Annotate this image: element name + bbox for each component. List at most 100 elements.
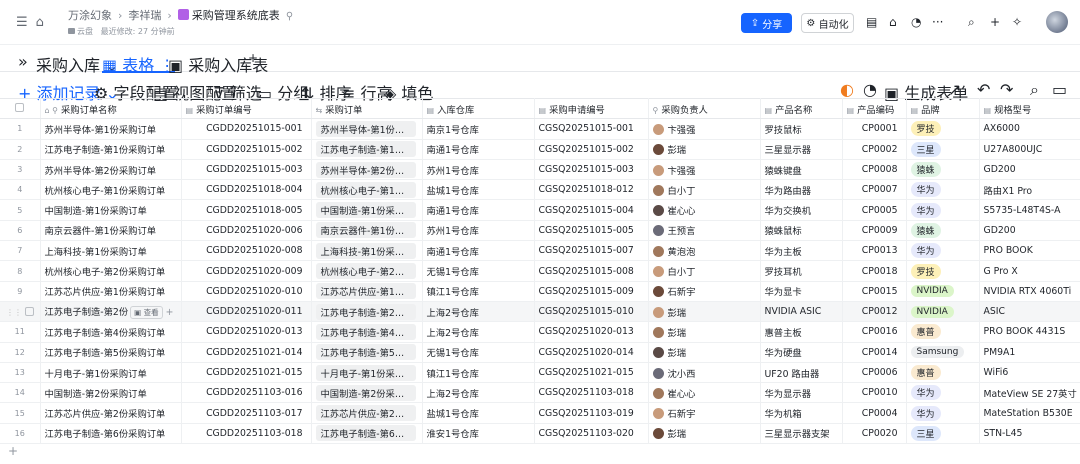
ai-icon[interactable]: ◐	[840, 80, 854, 99]
cell-request-code[interactable]: CGSQ20251103-018	[534, 382, 649, 404]
cell-product-code[interactable]: CP0012	[842, 301, 907, 323]
linked-record-chip[interactable]: 江苏电子制造-第4份...	[315, 323, 416, 340]
column-header[interactable]: ⇆ 采购订单	[311, 97, 423, 120]
cell-order-link[interactable]: 苏州半导体-第1份采...	[311, 118, 423, 140]
cell-warehouse[interactable]: 南通1号仓库	[422, 139, 535, 160]
cell-product-name[interactable]: 华为硬盘	[760, 342, 843, 363]
cell-warehouse[interactable]: 南通1号仓库	[422, 240, 535, 262]
cell-brand[interactable]: 华为	[906, 179, 980, 201]
add-row-button[interactable]: +	[8, 444, 18, 458]
cell-product-name[interactable]: 猿蛛鼠标	[760, 220, 843, 242]
cell-order-code[interactable]: CGDD20251015-003	[181, 159, 312, 181]
cell-order-link[interactable]: 上海科技-第1份采购...	[311, 240, 423, 262]
cell-warehouse[interactable]: 无锡1号仓库	[422, 260, 535, 282]
cell-warehouse[interactable]: 上海2号仓库	[422, 321, 535, 343]
cell-order-name[interactable]: 中国制造-第1份采购订单	[40, 199, 182, 221]
cell-product-name[interactable]: 华为显示器	[760, 382, 843, 404]
cell-order-code[interactable]: CGDD20251018-004	[181, 179, 312, 201]
add-icon[interactable]: +	[166, 307, 174, 318]
cell-order-code[interactable]: CGDD20251020-008	[181, 240, 312, 262]
cell-owner[interactable]: 黄泡泡	[648, 240, 761, 262]
cell-order-name[interactable]: 杭州核心电子-第2份采购订单	[40, 260, 182, 282]
cell-warehouse[interactable]: 上海2号仓库	[422, 382, 535, 404]
cell-spec[interactable]: WiFi6	[979, 362, 1080, 384]
cell-order-name[interactable]: 江苏电子制造-第6份采购订单	[40, 423, 182, 445]
cell-spec[interactable]: MateView SE 27英寸	[979, 382, 1080, 404]
cell-request-code[interactable]: CGSQ20251103-020	[534, 423, 649, 445]
cell-order-code[interactable]: CGDD20251021-015	[181, 362, 312, 384]
share-button[interactable]: ⇪ 分享	[741, 13, 792, 33]
cell-order-name[interactable]: 江苏芯片供应-第1份采购订单	[40, 281, 182, 302]
cell-product-code[interactable]: CP0013	[842, 240, 907, 262]
cell-order-link[interactable]: 江苏电子制造-第4份...	[311, 321, 423, 343]
cell-request-code[interactable]: CGSQ20251015-004	[534, 199, 649, 221]
cell-spec[interactable]: NVIDIA RTX 4060Ti	[979, 281, 1080, 302]
cell-spec[interactable]: ASIC	[979, 301, 1080, 323]
cell-owner[interactable]: 卞强强	[648, 159, 761, 181]
table-row[interactable]: 5 中国制造-第1份采购订单 CGDD20251018-005 中国制造-第1份采购.…	[0, 199, 1080, 221]
column-header[interactable]: ▤ 品牌	[906, 97, 980, 120]
cell-spec[interactable]: AX6000	[979, 118, 1080, 140]
linked-record-chip[interactable]: 杭州核心电子-第2份...	[315, 263, 416, 280]
cell-product-code[interactable]: CP0004	[842, 402, 907, 424]
undo-icon[interactable]: ↶	[977, 80, 990, 99]
linked-record-chip[interactable]: 中国制造-第2份采购...	[315, 384, 416, 401]
table-row[interactable]: 8 杭州核心电子-第2份采购订单 CGDD20251020-009 杭州核心电子-第2…	[0, 260, 1080, 282]
cell-order-code[interactable]: CGDD20251015-002	[181, 139, 312, 160]
cell-product-name[interactable]: 华为交换机	[760, 199, 843, 221]
cell-brand[interactable]: NVIDIA	[906, 301, 980, 323]
cell-order-name[interactable]: 苏州半导体-第1份采购订单	[40, 118, 182, 140]
cell-brand[interactable]: 三星	[906, 423, 980, 445]
cell-order-link[interactable]: 江苏芯片供应-第2份...	[311, 402, 423, 424]
linked-record-chip[interactable]: 江苏芯片供应-第2份...	[315, 405, 416, 422]
cell-request-code[interactable]: CGSQ20251015-009	[534, 281, 649, 302]
cell-product-code[interactable]: CP0006	[842, 362, 907, 384]
open-record-button[interactable]: ▣ 查看	[130, 306, 163, 320]
table-row[interactable]: 2 江苏电子制造-第1份采购订单 CGDD20251015-002 江苏电子制造-第1…	[0, 139, 1080, 160]
table-row[interactable]: 12 江苏电子制造-第5份采购订单 CGDD20251021-014 江苏电子制造-第…	[0, 342, 1080, 363]
cell-brand[interactable]: Samsung	[906, 342, 980, 363]
cell-product-code[interactable]: CP0015	[842, 281, 907, 302]
plugin-icon[interactable]: ⌂	[889, 15, 897, 29]
cell-order-code[interactable]: CGDD20251020-009	[181, 260, 312, 282]
linked-record-chip[interactable]: 苏州半导体-第1份采...	[315, 120, 416, 137]
table-row[interactable]: 11 江苏电子制造-第4份采购订单 CGDD20251020-013 江苏电子制造-第…	[0, 321, 1080, 343]
table-row[interactable]: 1 苏州半导体-第1份采购订单 CGDD20251015-001 苏州半导体-第1份采…	[0, 118, 1080, 140]
select-all-checkbox[interactable]	[0, 97, 41, 120]
add-icon[interactable]: +	[990, 15, 1000, 29]
cell-product-name[interactable]: 华为路由器	[760, 179, 843, 201]
cell-order-link[interactable]: 南京云器件-第1份采...	[311, 220, 423, 242]
cell-warehouse[interactable]: 盐城1号仓库	[422, 402, 535, 424]
cell-brand[interactable]: 华为	[906, 240, 980, 262]
cell-order-link[interactable]: 杭州核心电子-第1份...	[311, 179, 423, 201]
cell-product-name[interactable]: 猿蛛键盘	[760, 159, 843, 181]
cell-warehouse[interactable]: 上海2号仓库	[422, 301, 535, 323]
cell-order-name[interactable]: 杭州核心电子-第1份采购订单	[40, 179, 182, 201]
cell-order-link[interactable]: 江苏电子制造-第2份...	[311, 301, 423, 323]
expand-tables-icon[interactable]: »	[18, 52, 28, 71]
cell-order-code[interactable]: CGDD20251020-013	[181, 321, 312, 343]
collapse-sidebar-icon[interactable]: ☰	[16, 15, 28, 30]
cell-spec[interactable]: PRO BOOK	[979, 240, 1080, 262]
cell-warehouse[interactable]: 镇江1号仓库	[422, 362, 535, 384]
table-row[interactable]: 3 苏州半导体-第2份采购订单 CGDD20251015-003 苏州半导体-第2份采…	[0, 159, 1080, 181]
linked-record-chip[interactable]: 中国制造-第1份采购...	[315, 202, 416, 219]
table-row[interactable]: 13 十月电子-第1份采购订单 CGDD20251021-015 十月电子-第1份采购…	[0, 362, 1080, 384]
cell-order-name[interactable]: 江苏电子制造-第1份采购订单	[40, 139, 182, 160]
share-view-icon[interactable]: ↗	[948, 80, 961, 99]
cell-order-name[interactable]: 江苏芯片供应-第2份采购订单	[40, 402, 182, 424]
cell-spec[interactable]: G Pro X	[979, 260, 1080, 282]
cell-owner[interactable]: 彭瑞	[648, 342, 761, 363]
cell-product-code[interactable]: CP0005	[842, 199, 907, 221]
cell-warehouse[interactable]: 南京1号仓库	[422, 118, 535, 140]
cell-owner[interactable]: 彭瑞	[648, 139, 761, 160]
cell-product-code[interactable]: CP0016	[842, 321, 907, 343]
comment-icon[interactable]: ▭	[1052, 80, 1067, 99]
cell-order-code[interactable]: CGDD20251020-011	[181, 301, 312, 323]
cell-order-link[interactable]: 中国制造-第1份采购...	[311, 199, 423, 221]
cell-request-code[interactable]: CGSQ20251015-001	[534, 118, 649, 140]
cell-warehouse[interactable]: 盐城1号仓库	[422, 179, 535, 201]
column-header[interactable]: ▤ 入库仓库	[422, 97, 535, 120]
cell-owner[interactable]: 卞强强	[648, 118, 761, 140]
cell-product-code[interactable]: CP0002	[842, 139, 907, 160]
